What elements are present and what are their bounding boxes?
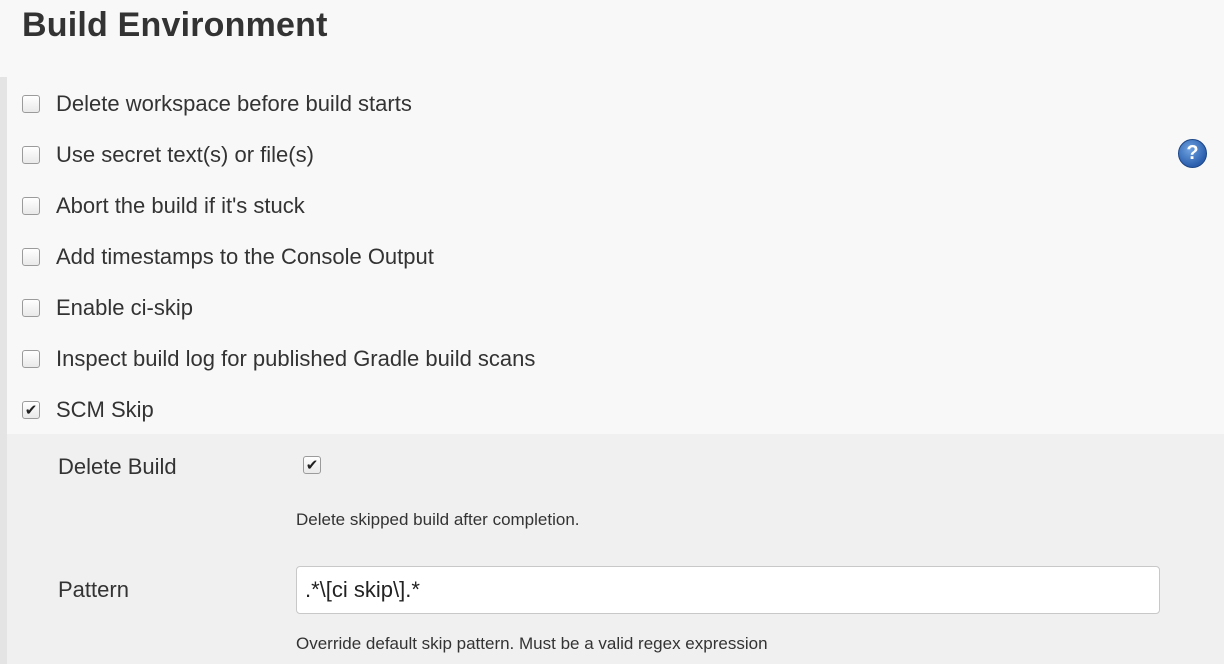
ci-skip-checkbox[interactable] <box>22 299 40 317</box>
option-label: Inspect build log for published Gradle b… <box>56 346 536 371</box>
section-left-rule <box>0 77 7 664</box>
scm-skip-checkbox[interactable]: ✔ <box>22 401 40 419</box>
option-timestamps[interactable]: Add timestamps to the Console Output <box>22 240 434 274</box>
timestamps-checkbox[interactable] <box>22 248 40 266</box>
option-label: SCM Skip <box>56 397 154 422</box>
option-ci-skip[interactable]: Enable ci-skip <box>22 291 193 325</box>
build-environment-page: Build Environment Delete workspace befor… <box>0 0 1224 664</box>
option-label: Enable ci-skip <box>56 295 193 320</box>
pattern-description: Override default skip pattern. Must be a… <box>296 634 768 653</box>
section-title: Build Environment <box>22 6 328 44</box>
scm-skip-settings-panel <box>7 434 1224 664</box>
option-label: Abort the build if it's stuck <box>56 193 305 218</box>
option-scm-skip[interactable]: ✔ SCM Skip <box>22 393 154 427</box>
option-label: Delete workspace before build starts <box>56 91 412 116</box>
gradle-scans-checkbox[interactable] <box>22 350 40 368</box>
option-gradle-scans[interactable]: Inspect build log for published Gradle b… <box>22 342 535 376</box>
help-icon[interactable]: ? <box>1178 139 1207 168</box>
option-abort-stuck[interactable]: Abort the build if it's stuck <box>22 189 305 223</box>
option-secret-text[interactable]: Use secret text(s) or file(s) <box>22 138 314 172</box>
option-label: Use secret text(s) or file(s) <box>56 142 314 167</box>
option-label: Add timestamps to the Console Output <box>56 244 434 269</box>
pattern-input[interactable] <box>296 566 1160 614</box>
pattern-label: Pattern <box>58 577 129 602</box>
delete-build-description: Delete skipped build after completion. <box>296 510 580 529</box>
secret-text-checkbox[interactable] <box>22 146 40 164</box>
delete-build-checkbox[interactable]: ✔ <box>303 456 321 474</box>
abort-stuck-checkbox[interactable] <box>22 197 40 215</box>
option-delete-workspace[interactable]: Delete workspace before build starts <box>22 87 412 121</box>
delete-build-label: Delete Build <box>58 454 177 479</box>
delete-workspace-checkbox[interactable] <box>22 95 40 113</box>
